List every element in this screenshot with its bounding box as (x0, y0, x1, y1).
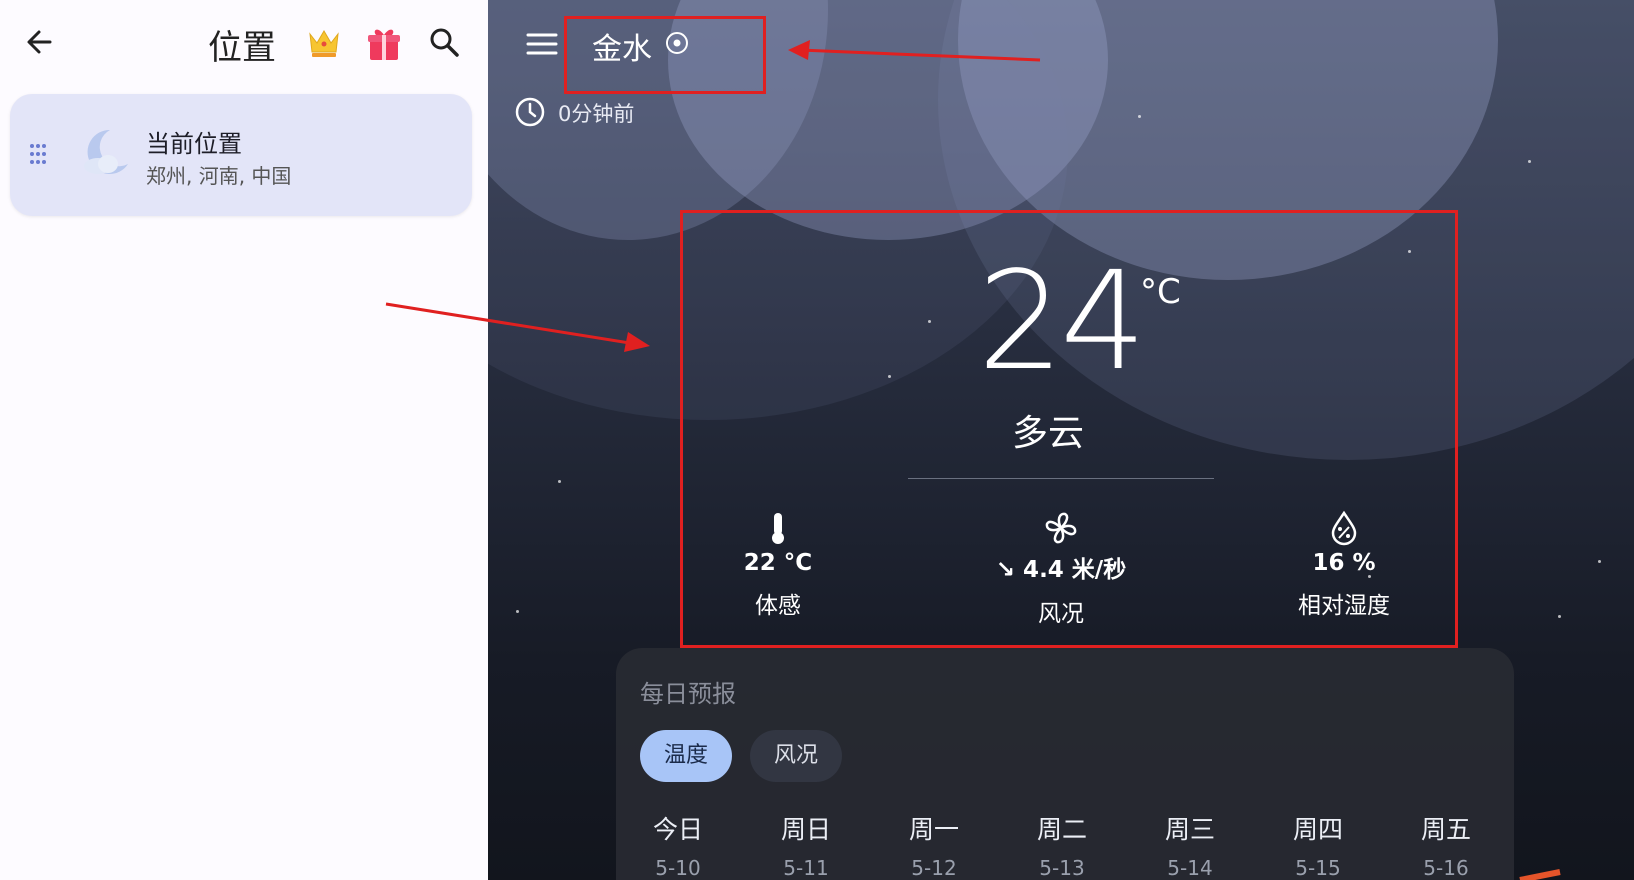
forecast-day[interactable]: 周二 5-13 (1022, 810, 1102, 880)
day-date: 5-16 (1423, 856, 1469, 880)
forecast-day[interactable]: 周五 5-16 (1406, 810, 1486, 880)
day-name: 今日 (652, 815, 703, 844)
annotation-box-city (564, 16, 766, 94)
drag-handle-icon[interactable] (28, 142, 48, 166)
day-name: 周三 (1164, 815, 1215, 844)
tab-temperature[interactable]: 温度 (640, 730, 732, 782)
forecast-day[interactable]: 周一 5-12 (894, 810, 974, 880)
day-date: 5-11 (783, 856, 829, 880)
day-name: 周二 (1036, 815, 1087, 844)
day-date: 5-13 (1039, 856, 1085, 880)
search-icon[interactable] (426, 24, 462, 60)
forecast-day[interactable]: 今日 5-10 (638, 810, 718, 880)
day-date: 5-15 (1295, 856, 1341, 880)
day-name: 周一 (908, 815, 959, 844)
location-item-current[interactable]: 当前位置 郑州, 河南, 中国 (10, 94, 472, 216)
forecast-day[interactable]: 周三 5-14 (1150, 810, 1230, 880)
location-subtitle: 郑州, 河南, 中国 (146, 164, 292, 188)
updated-time: 0分钟前 (558, 102, 635, 126)
moon-cloud-icon (84, 129, 128, 174)
weather-panel: 金水 0分钟前 24 °C 多云 22 °C 体感 ↘ 4.4 米/秒 风况 1… (488, 0, 1634, 880)
star (1598, 560, 1601, 563)
page-title: 位置 (208, 28, 276, 68)
forecast-day[interactable]: 周日 5-11 (766, 810, 846, 880)
gift-icon[interactable] (364, 24, 404, 64)
day-date: 5-10 (655, 856, 701, 880)
day-name: 周五 (1420, 815, 1471, 844)
star (516, 610, 519, 613)
star (558, 480, 561, 483)
day-date: 5-12 (911, 856, 957, 880)
day-name: 周日 (780, 815, 831, 844)
annotation-box-current-weather (680, 210, 1458, 648)
daily-forecast-card: 每日预报 温度 风况 今日 5-10 周日 5-11 周一 5-12 周二 5-… (616, 648, 1514, 880)
day-date: 5-14 (1167, 856, 1213, 880)
star (1528, 160, 1531, 163)
location-name: 当前位置 (146, 130, 242, 158)
crown-icon[interactable] (306, 26, 342, 60)
star (1558, 615, 1561, 618)
menu-icon[interactable] (526, 30, 558, 58)
locations-panel: 位置 当前位置 郑州, 河南, 中国 (0, 0, 488, 880)
forecast-day[interactable]: 周四 5-15 (1278, 810, 1358, 880)
clock-icon (515, 97, 545, 127)
star (1138, 115, 1141, 118)
day-name: 周四 (1292, 815, 1343, 844)
daily-forecast-title: 每日预报 (640, 680, 736, 708)
tab-wind[interactable]: 风况 (750, 730, 842, 782)
back-arrow-icon[interactable] (22, 24, 58, 60)
